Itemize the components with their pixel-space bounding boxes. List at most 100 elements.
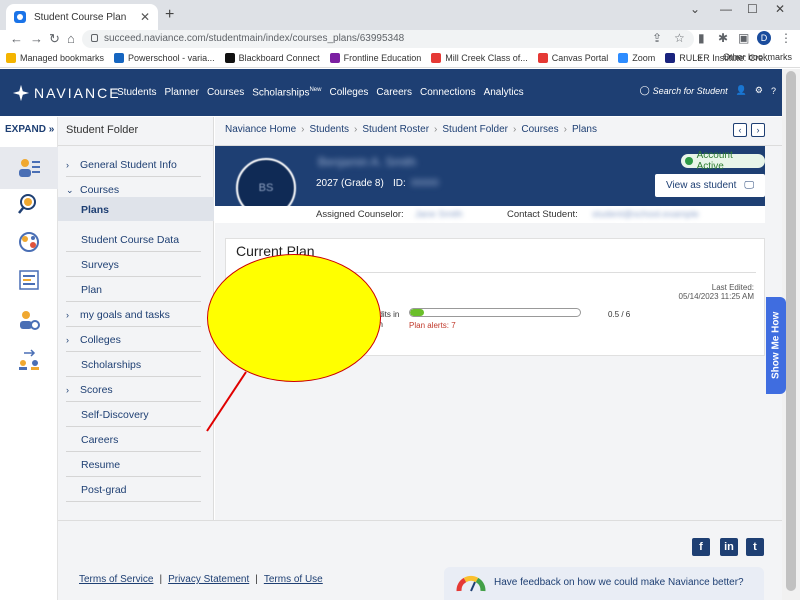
folder-item-scores[interactable]: › Scores [66,377,201,402]
folder-item-scholarships[interactable]: Scholarships [66,352,201,377]
naviance-logo[interactable]: NAVIANCE [12,84,121,102]
document-icon[interactable] [17,269,41,291]
breadcrumb-item[interactable]: Student Roster [362,124,429,135]
search-icon[interactable] [17,193,41,215]
address-bar[interactable]: succeed.naviance.com/studentmain/index/c… [82,30,694,48]
nav-link-courses[interactable]: Courses [207,87,244,98]
minimize-icon[interactable]: — [720,2,732,16]
student-folder-icon[interactable] [17,157,41,179]
bookmark-star-icon[interactable]: ☆ [674,31,685,45]
student-id-value: 00000 [411,178,439,189]
help-icon[interactable]: ? [771,86,776,96]
user-settings-icon[interactable] [17,309,41,331]
side-panel-icon[interactable]: ▣ [738,31,749,45]
nav-link-label: Students [117,87,157,98]
nav-link-careers[interactable]: Careers [376,87,412,98]
terms-of-service-link[interactable]: Terms of Service [79,574,153,585]
folder-item-plans[interactable]: Plans [58,197,214,221]
terms-of-use-link[interactable]: Terms of Use [264,574,323,585]
home-icon[interactable]: ⌂ [67,31,75,46]
folder-item-colleges[interactable]: › Colleges [66,327,201,352]
back-icon[interactable]: ← [10,31,23,46]
browser-menu-icon[interactable]: ⋮ [780,31,792,45]
folder-item-plan[interactable]: Plan [66,277,201,302]
breadcrumb-item[interactable]: Courses [521,124,558,135]
feedback-banner[interactable]: Have feedback on how we could make Navia… [444,567,764,600]
maximize-icon[interactable]: ☐ [747,2,758,16]
nav-link-analytics[interactable]: Analytics [484,87,524,98]
folder-item-surveys[interactable]: Surveys [66,252,201,277]
breadcrumb-separator-icon: › [513,124,517,135]
bookmark-item[interactable]: Frontline Education [329,52,421,63]
privacy-statement-link[interactable]: Privacy Statement [168,574,249,585]
bookmark-item[interactable]: Powerschool - varia... [114,52,215,63]
share-icon[interactable]: ⇪ [652,31,662,45]
credits-progress-bar [409,308,581,317]
folder-item-label: my goals and tasks [80,309,170,321]
nav-link-scholarships[interactable]: ScholarshipsNew [252,87,321,98]
reload-icon[interactable]: ↻ [49,31,60,47]
folder-item-resume[interactable]: Resume [66,452,201,477]
breadcrumb-item[interactable]: Students [310,124,349,135]
bookmarks-overflow-button[interactable]: » [697,52,702,62]
credits-value: 0.5 / 6 [608,310,631,319]
search-student-icon[interactable]: ◯ [640,85,650,96]
facebook-icon[interactable]: f [692,538,710,556]
counselor-label: Assigned Counselor: [316,209,404,220]
breadcrumb-item[interactable]: Naviance Home [225,124,296,135]
folder-item-label: Scores [80,384,113,396]
tab-search-icon[interactable]: ⌄ [690,2,700,16]
bookmark-item[interactable]: Blackboard Connect [224,52,320,63]
bookmark-item[interactable]: Zoom [618,52,655,63]
next-student-button[interactable]: › [751,123,765,137]
chevron-icon: › [66,160,69,170]
transfer-icon[interactable] [17,349,41,371]
bookmark-favicon-icon [431,52,442,63]
expand-label: EXPAND [5,124,46,135]
scrollbar-thumb[interactable] [786,71,796,591]
folder-item-general-student-info[interactable]: › General Student Info [66,152,201,177]
bookmark-item[interactable]: Mill Creek Class of... [431,52,528,63]
user-menu-icon[interactable]: 👤 [736,85,747,96]
forward-icon[interactable]: → [30,31,43,46]
previous-student-button[interactable]: ‹ [733,123,747,137]
breadcrumb-item[interactable]: Student Folder [442,124,508,135]
linkedin-icon[interactable]: in [720,538,738,556]
tab-close-icon[interactable]: ✕ [140,10,150,24]
contact-value[interactable]: student@school.example [592,209,699,220]
settings-gear-icon[interactable]: ⚙ [755,85,763,96]
twitter-icon[interactable]: t [746,538,764,556]
profile-avatar[interactable]: D [757,31,771,45]
folder-item-student-course-data[interactable]: Student Course Data [66,227,201,252]
folder-item-careers[interactable]: Careers [66,427,201,452]
nav-link-connections[interactable]: Connections [420,87,476,98]
folder-item-post-grad[interactable]: Post-grad [66,477,201,502]
search-student-link[interactable]: Search for Student [653,86,728,96]
nav-link-label: Connections [419,87,476,98]
naviance-header: NAVIANCE Students Planner Courses Scholarsh… [0,69,782,116]
browser-tab[interactable]: Student Course Plan ✕ [6,4,158,30]
bookmark-favicon-icon [618,52,629,63]
bookmark-item[interactable]: Managed bookmarks [6,52,104,63]
divider [58,145,214,146]
extension-icon[interactable]: ▮ [698,31,705,45]
view-as-student-button[interactable]: View as student 🖵 [655,174,765,197]
nav-link-students[interactable]: Students [117,87,156,98]
nav-link-label: Planner [164,87,199,98]
new-tab-icon[interactable]: + [165,6,174,24]
counselor-value[interactable]: Jane Smith [415,209,463,220]
nav-link-colleges[interactable]: Colleges [329,87,368,98]
bookmark-item[interactable]: Canvas Portal [537,52,608,63]
extensions-puzzle-icon[interactable]: ✱ [718,31,728,45]
nav-link-planner[interactable]: Planner [164,87,198,98]
expand-button[interactable]: EXPAND » [5,124,54,135]
plan-alerts-link[interactable]: Plan alerts: 7 [409,321,456,330]
show-me-how-button[interactable]: Show Me How [766,297,786,394]
folder-item-self-discovery[interactable]: Self-Discovery [66,402,201,427]
other-bookmarks-folder[interactable]: Other bookmarks [723,52,792,62]
globe-icon[interactable] [17,231,41,253]
folder-item-my-goals-and-tasks[interactable]: › my goals and tasks [66,302,201,327]
breadcrumb-item[interactable]: Plans [572,124,597,135]
window-close-icon[interactable]: ✕ [775,2,785,16]
browser-toolbar: ← → ↻ ⌂ succeed.naviance.com/studentmain… [0,30,800,48]
